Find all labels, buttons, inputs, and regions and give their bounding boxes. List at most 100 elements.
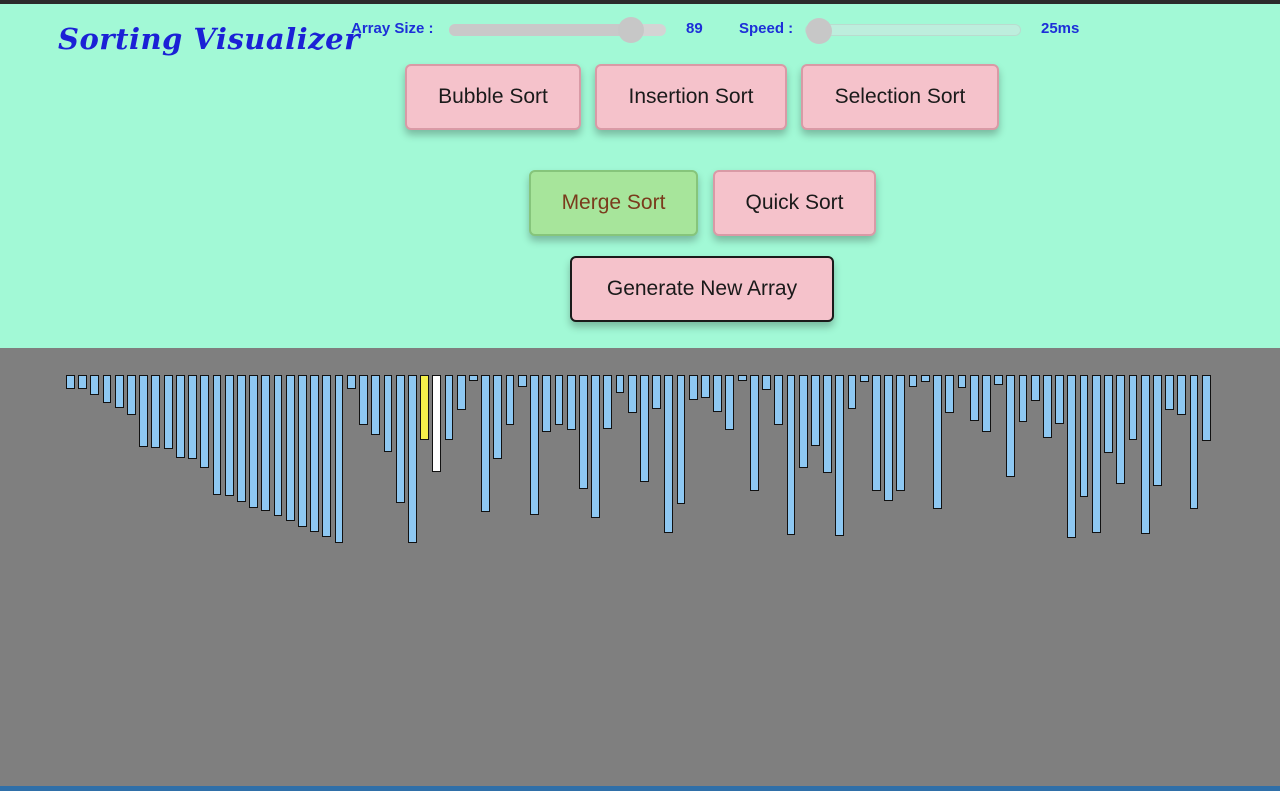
array-bar xyxy=(994,375,1003,385)
array-bar xyxy=(212,375,222,495)
array-bar xyxy=(395,375,405,503)
array-bar xyxy=(1006,375,1016,477)
array-bar xyxy=(261,375,271,511)
array-bar xyxy=(908,375,918,387)
array-bar xyxy=(603,375,613,429)
array-bar xyxy=(1177,375,1187,415)
array-size-slider[interactable] xyxy=(449,17,666,43)
array-bar xyxy=(310,375,320,532)
array-bar xyxy=(114,375,124,408)
array-bar xyxy=(896,375,906,491)
array-bar xyxy=(554,375,564,425)
insertion-sort-button[interactable]: Insertion Sort xyxy=(595,64,787,130)
array-bar xyxy=(591,375,600,518)
array-bar xyxy=(469,375,478,381)
array-bar xyxy=(200,375,210,468)
array-bar xyxy=(224,375,234,496)
array-bar xyxy=(1128,375,1138,440)
array-bar xyxy=(78,375,88,389)
array-bar xyxy=(615,375,625,393)
array-size-label: Array Size : xyxy=(351,20,434,37)
speed-slider[interactable] xyxy=(805,18,1021,44)
array-bar xyxy=(798,375,808,468)
array-bar xyxy=(517,375,527,387)
array-bar xyxy=(249,375,258,508)
array-bar xyxy=(1116,375,1126,484)
array-bar xyxy=(1067,375,1077,538)
merge-sort-button[interactable]: Merge Sort xyxy=(529,170,698,236)
array-bar xyxy=(505,375,515,425)
generate-new-array-button[interactable]: Generate New Array xyxy=(570,256,834,322)
array-bar xyxy=(102,375,112,403)
array-bar xyxy=(872,375,881,491)
array-bar xyxy=(737,375,747,381)
array-bar xyxy=(188,375,197,459)
array-bar xyxy=(933,375,942,509)
array-bar xyxy=(407,375,417,543)
array-size-value: 89 xyxy=(686,20,703,37)
speed-slider-thumb[interactable] xyxy=(806,18,832,44)
array-bar xyxy=(383,375,393,452)
array-bar xyxy=(652,375,662,409)
array-bar xyxy=(981,375,991,432)
array-bar xyxy=(236,375,246,502)
array-bar xyxy=(420,375,429,440)
array-bar xyxy=(359,375,368,425)
array-bar xyxy=(273,375,283,516)
array-bar xyxy=(175,375,185,458)
array-bar xyxy=(774,375,784,425)
app-logo-title: Sorting Visualizer xyxy=(58,22,360,56)
array-bar xyxy=(432,375,442,472)
array-bar xyxy=(1165,375,1174,410)
array-bar xyxy=(285,375,295,521)
array-bar xyxy=(835,375,845,536)
quick-sort-button[interactable]: Quick Sort xyxy=(713,170,876,236)
array-bar xyxy=(701,375,710,398)
array-bar xyxy=(444,375,454,440)
array-bar xyxy=(1043,375,1052,438)
array-bar xyxy=(786,375,796,535)
array-bar xyxy=(139,375,149,447)
speed-label: Speed : xyxy=(739,20,794,37)
array-bar xyxy=(676,375,686,504)
array-bar xyxy=(920,375,930,382)
header-panel: Sorting Visualizer Array Size : 89 Speed… xyxy=(0,4,1280,348)
bubble-sort-button[interactable]: Bubble Sort xyxy=(405,64,581,130)
array-bar xyxy=(298,375,307,527)
array-bar xyxy=(542,375,552,432)
array-bar xyxy=(969,375,979,421)
array-bar xyxy=(151,375,161,448)
array-bar xyxy=(810,375,820,446)
array-bar xyxy=(493,375,503,459)
array-bar xyxy=(456,375,466,410)
array-bar xyxy=(688,375,698,400)
array-bar xyxy=(859,375,869,382)
speed-value: 25ms xyxy=(1041,20,1080,37)
array-size-slider-thumb[interactable] xyxy=(617,17,644,43)
array-bar xyxy=(322,375,332,537)
array-bar xyxy=(1030,375,1040,401)
array-bar xyxy=(640,375,649,482)
array-bar xyxy=(566,375,576,430)
selection-sort-button[interactable]: Selection Sort xyxy=(801,64,999,130)
array-bar xyxy=(346,375,356,389)
array-bar xyxy=(713,375,723,412)
array-bar xyxy=(371,375,381,435)
array-bar xyxy=(163,375,173,449)
array-bar xyxy=(957,375,967,388)
array-bar xyxy=(1140,375,1150,534)
array-bar xyxy=(945,375,955,413)
array-bar xyxy=(1079,375,1089,497)
array-size-slider-fill xyxy=(449,24,631,36)
array-bar xyxy=(481,375,491,512)
array-bar xyxy=(1201,375,1211,441)
array-bar xyxy=(1091,375,1101,533)
array-bar xyxy=(847,375,857,409)
array-bar xyxy=(334,375,344,543)
array-bar xyxy=(749,375,759,491)
array-bar xyxy=(530,375,539,515)
array-bar xyxy=(823,375,832,473)
array-bar xyxy=(66,375,75,389)
array-bar xyxy=(1104,375,1113,453)
array-bar xyxy=(1152,375,1162,486)
